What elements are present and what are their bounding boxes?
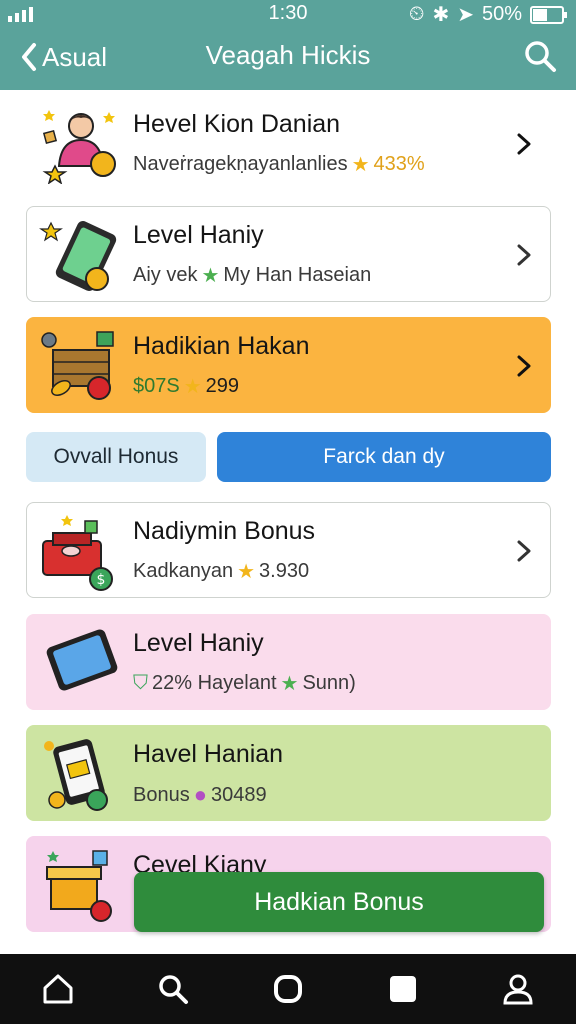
card-value: 3.930: [259, 560, 310, 582]
card-title: Level Haniy: [133, 629, 264, 657]
chevron-left-icon: [22, 43, 36, 71]
card-subtitle: Bonus: [133, 783, 190, 806]
back-button[interactable]: Asual: [20, 38, 107, 76]
card-subtitle: $07S: [133, 375, 180, 397]
card-subtitle: 22% Hayelant: [152, 672, 277, 694]
list-card[interactable]: Havel Hanian Bonus ● 30489: [26, 725, 551, 821]
card-subtitle: Aiy vek: [133, 264, 198, 286]
chevron-right-icon: [517, 540, 531, 562]
card-subtitle: Kadkanyan: [133, 560, 234, 582]
gem-icon: ●: [193, 782, 208, 807]
card-subtitle: Naveṙragekṇayanlanlies: [133, 153, 348, 175]
phone-coin-illustration: [39, 221, 117, 291]
tablet-illustration: [46, 629, 118, 691]
app-header: 1:30 ⏲ ✱ ➤ 50% Asual Veagah Hickis: [0, 0, 576, 90]
home-icon: [43, 974, 73, 1004]
green-star-icon: ★: [280, 673, 299, 695]
person-reward-illustration: [42, 110, 116, 184]
circle-icon: [273, 975, 302, 1003]
svg-text:$: $: [97, 572, 106, 588]
star-icon: ★: [351, 154, 370, 176]
card-title: Hadikian Hakan: [133, 332, 310, 360]
list-card[interactable]: Hadikian Hakan $07S ★ 299: [26, 317, 551, 413]
back-label: Asual: [42, 41, 108, 72]
card-value: 30489: [211, 783, 267, 806]
list-card[interactable]: $ Nadiymin Bonus Kadkanyan ★ 3.930: [26, 502, 551, 598]
hadkian-bonus-button[interactable]: Hadkian Bonus: [134, 872, 544, 932]
nav-home[interactable]: [38, 969, 78, 1009]
location-icon: ➤: [457, 4, 474, 26]
list-card[interactable]: Level Haniy Aiy vek ★ My Han Haseian: [26, 206, 551, 302]
battery-icon: [530, 5, 567, 24]
list-card[interactable]: Hevel Kion Danian Naveṙragekṇayanlanlies…: [26, 95, 551, 191]
shield-icon: ⛉: [133, 672, 148, 694]
nav-profile[interactable]: [498, 969, 538, 1009]
bluetooth-icon: ✱: [432, 4, 450, 26]
nav-recents[interactable]: [383, 969, 423, 1009]
status-bar: 1:30 ⏲ ✱ ➤ 50%: [0, 0, 576, 28]
card-value: My Han Haseian: [223, 264, 372, 286]
tab-farck[interactable]: Farck dan dy: [217, 432, 551, 482]
search-button[interactable]: [522, 38, 558, 74]
chevron-right-icon: [517, 244, 531, 266]
alarm-icon: ⏲: [408, 3, 425, 25]
tab-overall-bonus[interactable]: Ovvall Honus: [26, 432, 206, 482]
card-value: 433%: [373, 153, 425, 175]
search-icon: [159, 975, 188, 1004]
crate-reward-illustration: [41, 331, 114, 400]
square-icon: [390, 976, 417, 1002]
card-title: Hevel Kion Danian: [133, 110, 341, 138]
card-title: Level Haniy: [133, 221, 264, 249]
bottom-nav: [0, 954, 576, 1024]
green-star-icon: ★: [201, 265, 220, 287]
nav-search[interactable]: [153, 969, 193, 1009]
battery-percent: 50%: [481, 3, 522, 25]
treasure-box-illustration: [46, 850, 112, 922]
phone-envelope-illustration: [44, 739, 108, 811]
nav-home-button[interactable]: [268, 969, 308, 1009]
profile-icon: [503, 974, 533, 1005]
chevron-right-icon: [517, 133, 531, 155]
chevron-right-icon: [517, 355, 531, 377]
search-icon: [525, 41, 556, 72]
toolbox-illustration: $: [42, 515, 113, 591]
card-title: Havel Hanian: [133, 740, 284, 768]
card-value: 299: [205, 375, 240, 397]
card-value: Sunn): [302, 672, 356, 694]
star-icon: ★: [183, 376, 202, 398]
card-title: Nadiymin Bonus: [133, 517, 316, 545]
star-icon: ★: [237, 561, 256, 583]
list-card[interactable]: Level Haniy ⛉ 22% Hayelant ★ Sunn): [26, 614, 551, 710]
